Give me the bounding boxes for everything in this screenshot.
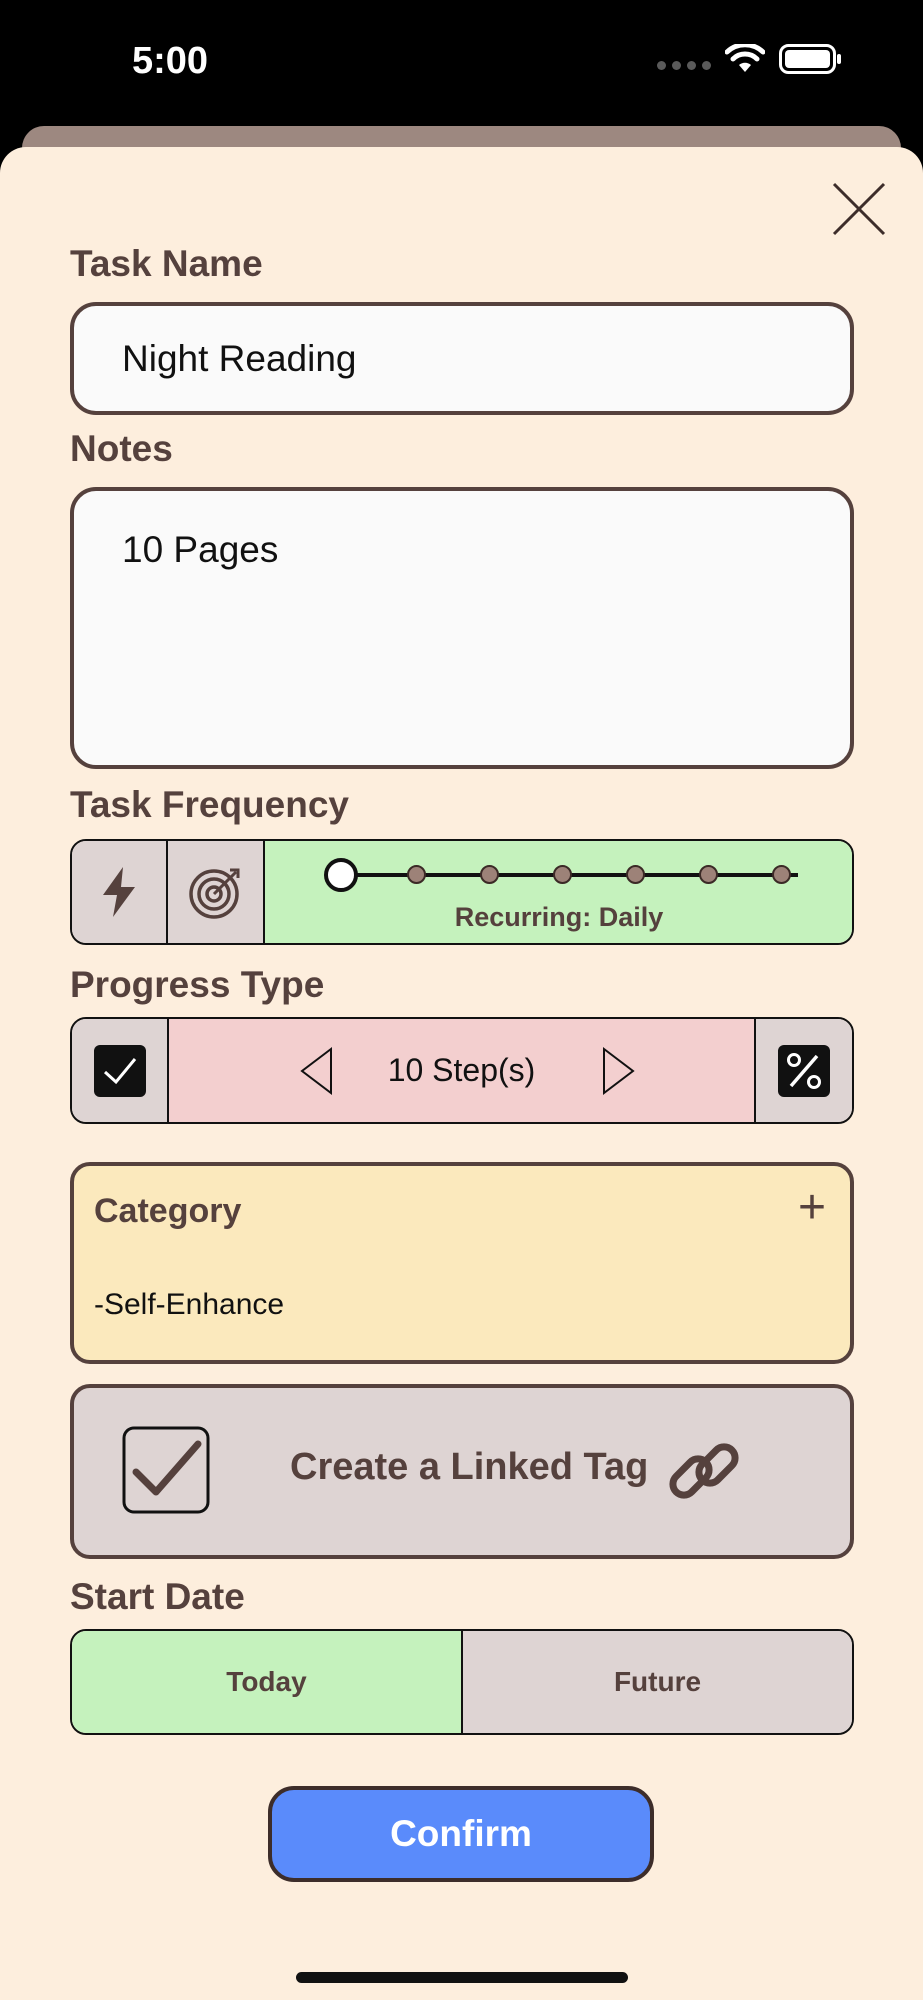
category-label: Category	[94, 1192, 242, 1230]
task-name-input[interactable]: Night Reading	[70, 302, 854, 415]
target-icon	[188, 868, 239, 919]
task-name-value: Night Reading	[122, 338, 357, 379]
close-icon[interactable]	[830, 180, 888, 238]
cellular-signal-icon	[657, 60, 711, 70]
notes-value: 10 Pages	[122, 529, 279, 570]
status-icons	[657, 44, 843, 74]
task-frequency-label: Task Frequency	[70, 784, 349, 825]
frequency-value-label: Recurring: Daily	[454, 902, 664, 932]
task-name-label: Task Name	[70, 243, 263, 284]
percent-icon	[778, 1044, 830, 1097]
checkbox-icon	[93, 1044, 146, 1097]
status-bar: 5:00	[0, 0, 923, 125]
frequency-option-goal[interactable]	[168, 841, 265, 943]
add-category-button[interactable]: +	[798, 1184, 826, 1232]
category-card: Category + -Self-Enhance	[70, 1162, 854, 1364]
start-date-selector: Today Future	[70, 1629, 854, 1735]
progress-option-checkbox[interactable]	[72, 1019, 169, 1122]
progress-option-percent[interactable]	[756, 1019, 852, 1122]
progress-steps-area: 10 Step(s)	[169, 1019, 756, 1122]
frequency-stop[interactable]	[699, 865, 718, 884]
notes-label: Notes	[70, 428, 173, 469]
progress-type-selector: 10 Step(s)	[70, 1017, 854, 1124]
progress-type-label: Progress Type	[70, 964, 325, 1005]
status-time: 5:00	[132, 40, 209, 82]
frequency-stop[interactable]	[553, 865, 572, 884]
frequency-stop[interactable]	[480, 865, 499, 884]
checkbox-checked-icon[interactable]	[122, 1426, 210, 1514]
notes-textarea[interactable]: 10 Pages	[70, 487, 854, 769]
decrement-arrow-icon[interactable]	[299, 1047, 333, 1095]
linked-tag-label: Create a Linked Tag	[290, 1446, 649, 1488]
progress-steps-value: 10 Step(s)	[387, 1052, 536, 1088]
wifi-icon	[725, 44, 765, 72]
linked-tag-toggle[interactable]: Create a Linked Tag	[70, 1384, 854, 1559]
start-today-option[interactable]: Today	[72, 1631, 463, 1733]
frequency-stop[interactable]	[626, 865, 645, 884]
lightning-icon	[103, 867, 135, 917]
increment-arrow-icon[interactable]	[602, 1047, 636, 1095]
start-date-label: Start Date	[70, 1576, 245, 1617]
link-icon	[669, 1443, 739, 1499]
start-future-option[interactable]: Future	[463, 1631, 852, 1733]
confirm-button[interactable]: Confirm	[268, 1786, 654, 1882]
category-item[interactable]: -Self-Enhance	[94, 1288, 284, 1322]
frequency-stop[interactable]	[772, 865, 791, 884]
frequency-slider-knob[interactable]	[324, 858, 358, 892]
battery-icon	[779, 44, 841, 74]
home-indicator	[296, 1972, 628, 1983]
frequency-option-instant[interactable]	[72, 841, 168, 943]
frequency-stop[interactable]	[407, 865, 426, 884]
